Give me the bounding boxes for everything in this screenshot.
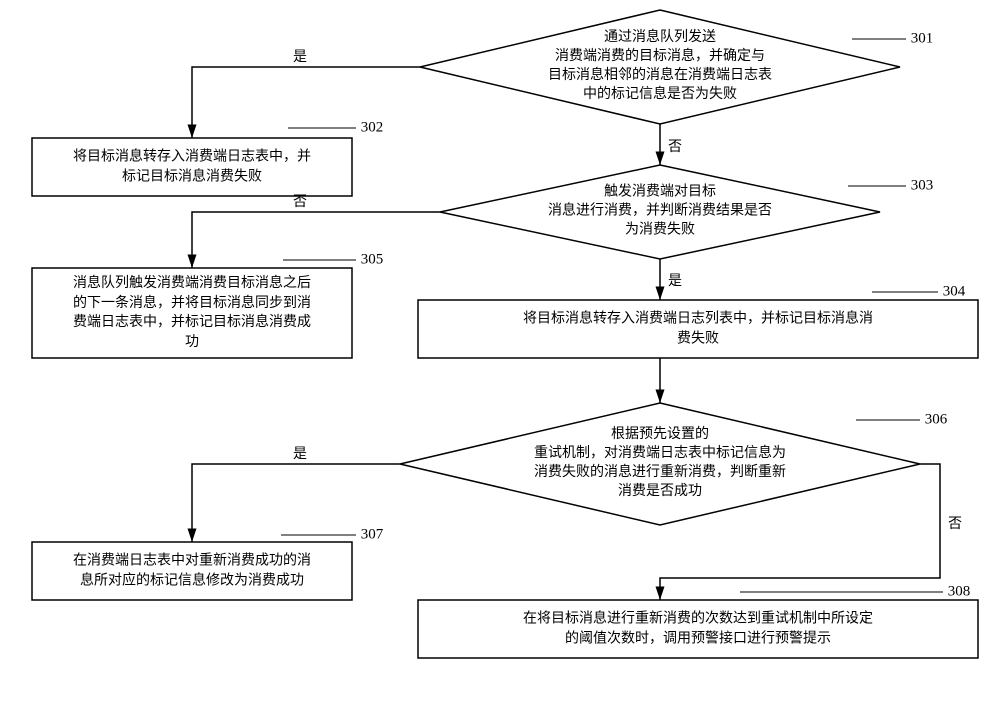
ref-302: 302: [361, 120, 384, 137]
label-no-306: 否: [948, 513, 962, 533]
label-no-301: 否: [668, 136, 682, 156]
process-305-text: 消息队列触发消费端消费目标消息之后的下一条消息，并将目标消息同步到消费端日志表中…: [38, 270, 346, 356]
process-307-text: 在消费端日志表中对重新消费成功的消息所对应的标记信息修改为消费成功: [38, 547, 346, 594]
ref-306: 306: [925, 412, 948, 429]
ref-304: 304: [943, 284, 966, 301]
ref-307: 307: [361, 527, 384, 544]
label-yes-303: 是: [668, 270, 682, 290]
decision-303-text: 触发消费端对目标消息进行消费，并判断消费结果是否为消费失败: [510, 184, 810, 241]
decision-306-text: 根据预先设置的重试机制，对消费端日志表中标记信息为消费失败的消息进行重新消费，判…: [490, 426, 830, 502]
decision-301-text: 通过消息队列发送消费端消费的目标消息，并确定与目标消息相邻的消息在消费端日志表中…: [510, 29, 810, 105]
ref-308: 308: [948, 584, 971, 601]
process-308-text: 在将目标消息进行重新消费的次数达到重试机制中所设定的阈值次数时，调用预警接口进行…: [424, 605, 972, 652]
ref-303: 303: [911, 178, 934, 195]
ref-305: 305: [361, 252, 384, 269]
label-yes-306: 是: [293, 443, 307, 463]
process-304-text: 将目标消息转存入消费端日志列表中，并标记目标消息消费失败: [424, 305, 972, 352]
label-no-303: 否: [293, 191, 307, 211]
label-yes-301: 是: [293, 46, 307, 66]
ref-301: 301: [911, 31, 934, 48]
process-302-text: 将目标消息转存入消费端日志表中，并标记目标消息消费失败: [38, 143, 346, 190]
